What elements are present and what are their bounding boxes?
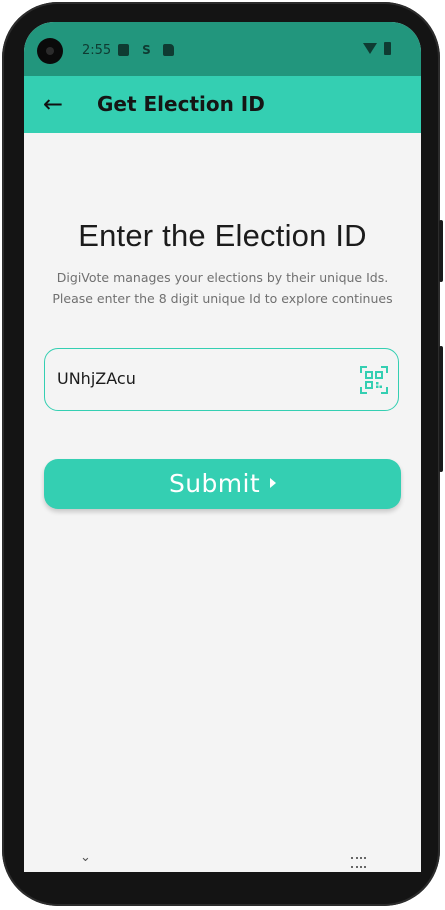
arrow-left-icon[interactable]: ← [38,90,68,120]
page-title: Get Election ID [97,92,265,116]
chevron-right-icon [270,478,277,488]
description-line-1: DigiVote manages your elections by their… [56,270,389,285]
wifi-icon [363,43,377,54]
election-id-value[interactable]: UNhjZAcu [57,369,136,388]
phone-frame: 2:55 S ← Get Election ID Enter the Elect… [2,2,443,906]
submit-label: Submit [168,469,261,498]
description-line-2: Please enter the 8 digit unique Id to ex… [52,291,393,306]
power-button [439,346,443,472]
s-icon: S [142,43,151,57]
camera-icon [37,38,63,64]
status-bar: 2:55 S [24,22,421,76]
qr-scan-icon[interactable] [360,366,388,394]
status-time: 2:55 [82,43,112,58]
keyboard-icon[interactable] [351,857,366,868]
volume-button [439,220,443,282]
app-bar: ← Get Election ID [24,76,421,133]
chevron-down-icon[interactable]: ⌄ [80,850,91,865]
sd-card-icon [163,44,174,56]
heading: Enter the Election ID [78,218,367,253]
battery-icon [384,42,391,55]
screen: 2:55 S ← Get Election ID Enter the Elect… [24,22,421,872]
election-id-input[interactable]: UNhjZAcu [44,348,399,411]
submit-button[interactable]: Submit [44,459,401,509]
text-a-icon [118,44,129,56]
